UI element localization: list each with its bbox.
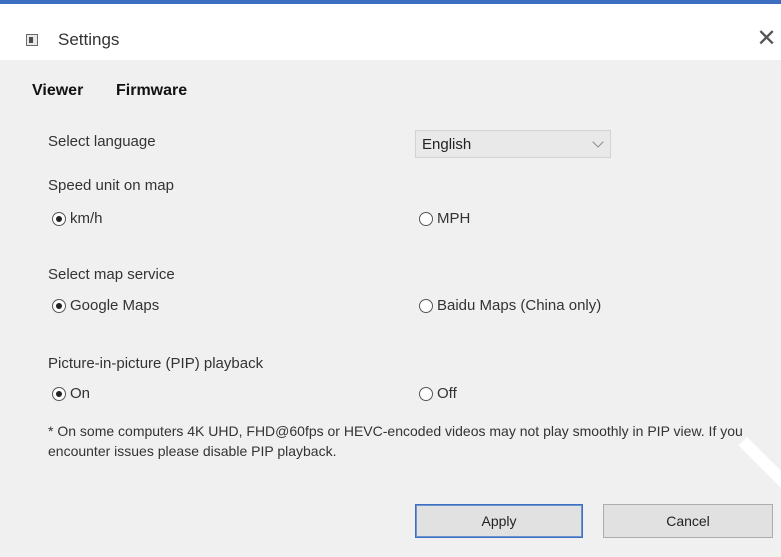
pip-note: * On some computers 4K UHD, FHD@60fps or…: [48, 423, 743, 459]
radio-pip-off-indicator: [419, 387, 433, 401]
apply-button[interactable]: Apply: [415, 504, 583, 538]
radio-pip-off-label: Off: [437, 385, 457, 402]
settings-window: Settings ✕ Viewer Firmware Select langua…: [0, 0, 781, 557]
radio-baidu-maps-indicator: [419, 299, 433, 313]
radio-mph-label: MPH: [437, 210, 471, 227]
radio-kmh-indicator: [52, 212, 66, 226]
pip-label: Picture-in-picture (PIP) playback: [48, 355, 264, 372]
tab-viewer[interactable]: Viewer: [32, 82, 83, 100]
radio-mph-indicator: [419, 212, 433, 226]
select-language-label: Select language: [48, 133, 156, 150]
radio-google-maps-label: Google Maps: [70, 297, 160, 314]
map-service-label: Select map service: [48, 266, 175, 283]
language-select[interactable]: English: [415, 130, 611, 158]
cancel-button[interactable]: Cancel: [603, 504, 773, 538]
radio-pip-on-label: On: [70, 385, 91, 402]
chevron-down-icon: [592, 136, 604, 148]
radio-kmh-label: km/h: [70, 210, 103, 227]
radio-pip-on-indicator: [52, 387, 66, 401]
close-icon[interactable]: ✕: [752, 24, 781, 54]
radio-google-maps-indicator: [52, 299, 66, 313]
tab-firmware[interactable]: Firmware: [116, 82, 187, 100]
settings-app-icon: [26, 34, 38, 46]
radio-baidu-maps-label: Baidu Maps (China only): [437, 297, 602, 314]
title-bar: Settings ✕: [0, 4, 781, 60]
speed-unit-label: Speed unit on map: [48, 177, 174, 194]
window-title: Settings: [58, 30, 120, 49]
language-select-value: English: [422, 136, 472, 153]
